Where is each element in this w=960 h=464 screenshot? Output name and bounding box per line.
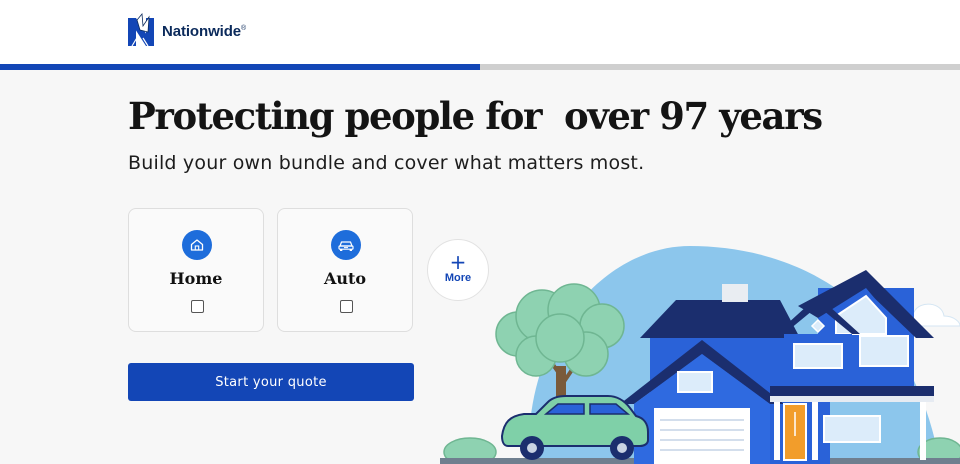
house-car-illustration [440, 246, 960, 464]
home-checkbox[interactable] [191, 300, 204, 313]
page-title: Protecting people for over 97 years [128, 94, 823, 138]
product-card-label: Home [169, 269, 223, 288]
garage-door [654, 408, 750, 464]
house-icon [182, 230, 212, 260]
brand-name: Nationwide® [162, 22, 247, 40]
site-header: Nationwide® [0, 0, 960, 64]
registered-mark: ® [241, 24, 247, 32]
progress-bar [0, 64, 960, 70]
nationwide-logo[interactable]: Nationwide® [128, 12, 246, 50]
car-icon [331, 230, 361, 260]
product-card-label: Auto [323, 269, 367, 288]
chimney [722, 284, 748, 302]
eagle-logo-icon [128, 12, 154, 47]
product-card-auto[interactable]: Auto [277, 208, 413, 332]
progress-fill [0, 64, 480, 70]
auto-checkbox[interactable] [340, 300, 353, 313]
product-card-home[interactable]: Home [128, 208, 264, 332]
page-subtitle: Build your own bundle and cover what mat… [128, 152, 645, 174]
start-quote-button[interactable]: Start your quote [128, 363, 414, 401]
